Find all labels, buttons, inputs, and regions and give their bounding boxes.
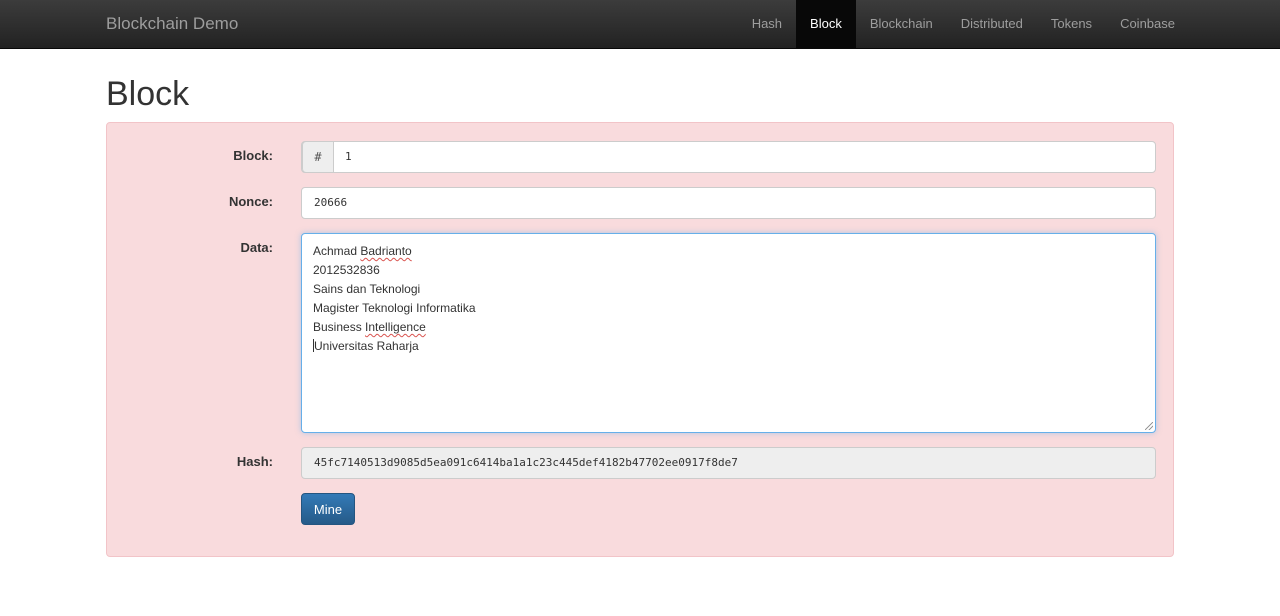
block-hash-addon: # (302, 141, 334, 173)
nav-item-distributed[interactable]: Distributed (947, 0, 1037, 48)
nonce-value: 20666 (314, 196, 348, 209)
data-line: Business Intelligence (313, 320, 426, 334)
data-line: Achmad Badrianto (313, 244, 412, 258)
nav-item-coinbase[interactable]: Coinbase (1106, 0, 1189, 48)
hash-label: Hash: (236, 454, 273, 469)
navbar-brand[interactable]: Blockchain Demo (106, 15, 238, 33)
nav-link-hash[interactable]: Hash (738, 0, 796, 48)
hash-output: 45fc7140513d9085d5ea091c6414ba1a1c23c445… (301, 447, 1156, 479)
data-line: 2012532836 (313, 263, 380, 277)
nav-item-hash[interactable]: Hash (738, 0, 796, 48)
mine-button[interactable]: Mine (301, 493, 355, 525)
data-label: Data: (240, 240, 273, 255)
hash-value: 45fc7140513d9085d5ea091c6414ba1a1c23c445… (314, 456, 738, 469)
block-label: Block: (233, 148, 273, 163)
nav-item-blockchain[interactable]: Blockchain (856, 0, 947, 48)
block-number-value: 1 (345, 150, 352, 163)
data-line: Sains dan Teknologi (313, 282, 421, 296)
block-number-input[interactable]: # 1 (301, 141, 1156, 173)
block-panel: Block: # 1 Nonce: 20666 Data: Achmad Bad… (106, 122, 1174, 557)
data-line: Universitas Raharja (313, 339, 419, 353)
nav-link-block[interactable]: Block (796, 0, 856, 48)
nav-item-tokens[interactable]: Tokens (1037, 0, 1106, 48)
resize-grip-icon[interactable] (1145, 422, 1153, 430)
page-title: Block (106, 75, 190, 113)
nonce-label: Nonce: (228, 194, 273, 209)
data-textarea[interactable]: Achmad Badrianto 2012532836 Sains dan Te… (301, 233, 1156, 433)
nav-item-block[interactable]: Block (796, 0, 856, 48)
nav-link-blockchain[interactable]: Blockchain (856, 0, 947, 48)
data-line: Magister Teknologi Informatika (313, 301, 476, 315)
nav-link-distributed[interactable]: Distributed (947, 0, 1037, 48)
navbar: Blockchain Demo Hash Block Blockchain Di… (0, 0, 1280, 49)
nonce-input[interactable]: 20666 (301, 187, 1156, 219)
nav-link-tokens[interactable]: Tokens (1037, 0, 1106, 48)
nav-link-coinbase[interactable]: Coinbase (1106, 0, 1189, 48)
navbar-nav: Hash Block Blockchain Distributed Tokens… (738, 0, 1189, 48)
